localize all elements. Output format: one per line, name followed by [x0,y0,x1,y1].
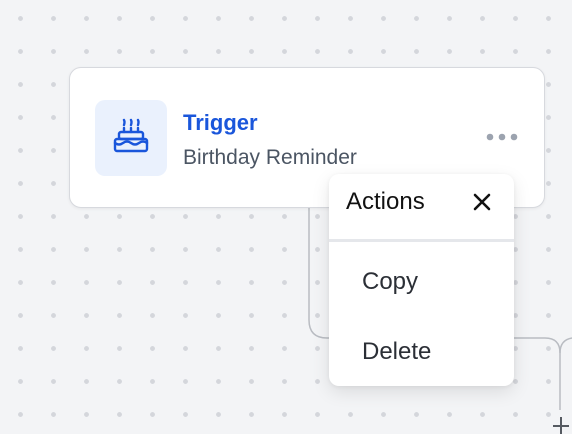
menu-divider [329,239,514,242]
actions-menu-header: Actions [329,174,514,237]
more-options-button[interactable] [480,123,524,153]
plus-icon[interactable] [551,414,571,434]
card-title: Trigger [183,110,258,135]
menu-item-label: Copy [362,268,419,295]
cake-icon [111,116,151,161]
card-subtitle: Birthday Reminder [183,146,357,169]
menu-item-label: Delete [362,338,432,365]
trigger-icon-tile [95,100,167,176]
menu-item-delete[interactable]: Delete [329,320,514,380]
menu-item-copy[interactable]: Copy [329,250,514,310]
more-horizontal-icon [485,129,519,147]
actions-menu-title: Actions [346,188,425,215]
close-button[interactable] [469,191,495,217]
actions-menu: Actions Copy Delete [329,174,514,386]
close-icon [473,193,491,216]
